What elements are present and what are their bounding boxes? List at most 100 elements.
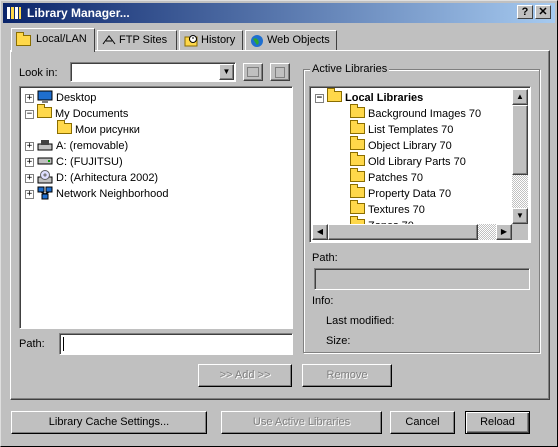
tree-item-label: Local Libraries [345,92,424,104]
remove-button[interactable]: Remove [302,364,392,387]
info-label: Info: [312,295,334,307]
tab-label: History [201,34,236,46]
tree-item-desktop[interactable]: + Desktop [25,90,96,106]
library-item[interactable]: Property Data 70 [350,184,452,202]
folder-icon [247,67,259,77]
scroll-down-arrow-icon[interactable]: ▼ [512,208,528,224]
tab-ftp-sites[interactable]: FTP Sites [97,30,177,51]
library-item[interactable]: Old Library Parts 70 [350,152,466,170]
vertical-scroll-thumb[interactable] [512,105,528,175]
cancel-button[interactable]: Cancel [390,411,455,434]
folder-icon [350,120,365,137]
library-books-icon [6,5,22,21]
library-item[interactable]: Background Images 70 [350,104,482,122]
library-manager-window: Library Manager... ? ✕ Local/LAN FTP Sit… [0,0,558,447]
folder-icon [350,104,365,121]
use-active-libraries-button[interactable]: Use Active Libraries [221,411,382,434]
folder-icon [350,184,365,201]
tree-item-local-libraries[interactable]: − Local Libraries [315,88,424,106]
tree-item-label: D: (Arhitectura 2002) [56,172,159,184]
scroll-corner [512,224,528,240]
collapse-icon[interactable]: − [315,93,324,103]
collapse-icon[interactable]: − [25,109,34,119]
document-icon [275,67,285,78]
scroll-up-arrow-icon[interactable]: ▲ [512,89,528,105]
expand-icon[interactable]: + [25,141,34,151]
ftp-icon [102,34,116,49]
library-item[interactable]: Patches 70 [350,168,424,186]
tree-item-label: My Documents [55,108,129,120]
tree-item-label: Desktop [56,92,97,104]
globe-icon [250,34,264,51]
network-icon [37,186,53,203]
tree-item-network[interactable]: + Network Neighborhood [25,186,169,202]
text-cursor [63,337,64,351]
scroll-left-arrow-icon[interactable]: ◀ [312,224,328,240]
path-label: Path: [19,338,45,350]
folder-icon [57,120,72,137]
horizontal-scroll-thumb[interactable] [328,224,478,240]
folder-icon [327,88,342,105]
new-folder-button[interactable] [243,63,263,81]
tree-item-drive-d[interactable]: + D: (Arhitectura 2002) [25,169,159,187]
help-button[interactable]: ? [517,5,533,19]
library-item-label: Patches 70 [368,172,424,184]
library-cache-settings-button[interactable]: Library Cache Settings... [11,411,207,434]
history-icon [184,34,198,50]
folder-tree[interactable]: + Desktop − My Documents Мои рисунки + A… [19,86,293,329]
tab-label: Local/LAN [36,33,87,45]
look-in-dropdown[interactable]: ▼ [70,62,236,82]
view-options-button[interactable] [270,63,290,81]
tree-item-drive-c[interactable]: + C: (FUJITSU) [25,154,123,170]
library-item[interactable]: Textures 70 [350,200,425,218]
tab-history[interactable]: History [179,30,243,51]
library-item-label: Old Library Parts 70 [368,156,466,168]
window-title: Library Manager... [27,6,130,20]
library-item[interactable]: Object Library 70 [350,136,452,154]
folder-icon [350,136,365,153]
active-libraries-label: Active Libraries [310,63,390,75]
open-folder-icon [37,104,52,121]
library-item-label: Background Images 70 [368,108,482,120]
expand-icon[interactable]: + [25,93,34,103]
size-label: Size: [326,335,351,347]
active-path-field [314,268,530,290]
cd-drive-icon [37,169,53,187]
library-item-label: Object Library 70 [368,140,452,152]
tab-label: Web Objects [267,34,330,46]
tree-item-label: Network Neighborhood [56,188,169,200]
look-in-label: Look in: [19,67,58,79]
folder-icon [16,32,31,49]
folder-icon [350,152,365,169]
tab-label: FTP Sites [119,34,168,46]
add-button[interactable]: >> Add >> [198,364,292,387]
floppy-drive-icon [37,138,53,155]
close-button[interactable]: ✕ [535,5,551,19]
active-libraries-tree[interactable]: − Local Libraries Background Images 70 L… [309,86,531,243]
folder-icon [350,168,365,185]
expand-icon[interactable]: + [25,189,34,199]
path-input[interactable] [59,333,293,355]
tab-local-lan[interactable]: Local/LAN [11,28,95,52]
library-item-label: Property Data 70 [368,188,452,200]
hard-drive-icon [37,154,53,171]
active-path-label: Path: [312,252,338,264]
tree-item-label: Мои рисунки [75,124,140,136]
tree-item-label: A: (removable) [56,140,129,152]
library-item-label: Textures 70 [368,204,425,216]
library-item[interactable]: List Templates 70 [350,120,454,138]
library-item-label: List Templates 70 [368,124,454,136]
tree-item-my-pictures[interactable]: Мои рисунки [57,120,140,138]
expand-icon[interactable]: + [25,173,34,183]
last-modified-label: Last modified: [326,315,395,327]
folder-icon [350,200,365,217]
chevron-down-icon[interactable]: ▼ [219,64,234,80]
expand-icon[interactable]: + [25,157,34,167]
tab-web-objects[interactable]: Web Objects [245,30,337,51]
title-bar[interactable]: Library Manager... ? ✕ [3,3,555,23]
tree-item-my-documents[interactable]: − My Documents [25,104,129,122]
scroll-right-arrow-icon[interactable]: ▶ [496,224,512,240]
tree-item-drive-a[interactable]: + A: (removable) [25,138,128,154]
reload-button[interactable]: Reload [465,411,530,434]
tree-item-label: C: (FUJITSU) [56,156,123,168]
